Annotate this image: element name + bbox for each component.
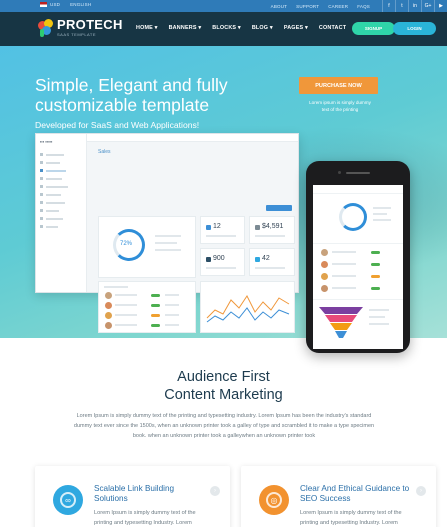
nav-item-blog[interactable]: BLOG ▾	[252, 25, 273, 31]
hero-title: Simple, Elegant and fully customizable t…	[35, 75, 228, 115]
stat-card-4: 42	[249, 248, 295, 276]
nav-menu: HOME ▾ BANNERS ▾ BLOCKS ▾ BLOG ▾ PAGES ▾…	[136, 25, 346, 31]
chevron-right-icon[interactable]: ›	[210, 486, 220, 496]
feature-card-link-building: ∞ Scalable Link Building Solutions Lorem…	[35, 466, 230, 527]
dashboard-title: Sales	[98, 149, 111, 155]
phone-screen	[313, 185, 403, 349]
twitter-icon[interactable]: t	[395, 0, 408, 12]
link-about[interactable]: ABOUT	[271, 4, 288, 9]
stat-card-1: 12	[200, 216, 245, 244]
link-career[interactable]: CAREER	[328, 4, 348, 9]
top-links: ABOUT SUPPORT CAREER FAQS	[271, 4, 370, 9]
dashboard-topbar	[87, 134, 298, 142]
phone-mockup	[306, 161, 410, 353]
stat-card-2: $4,591	[249, 216, 295, 244]
feature-text: Lorem Ipsum is simply dummy text of the …	[300, 510, 402, 526]
hero-subtitle: Developed for SaaS and Web Applications!	[35, 120, 200, 130]
youtube-icon[interactable]: ▶	[434, 0, 447, 12]
stat-value-1: 12	[213, 223, 221, 230]
brand-name: PROTECH	[57, 17, 123, 32]
dashboard-brand: ▪▪▪ ▪▪▪▪▪	[40, 139, 53, 144]
phone-camera	[338, 171, 341, 174]
dashboard-sidebar: ▪▪▪ ▪▪▪▪▪	[36, 134, 87, 292]
nav-item-pages[interactable]: PAGES ▾	[284, 25, 308, 31]
brand-tagline: SAAS TEMPLATE	[57, 32, 97, 37]
line-chart-card	[200, 281, 295, 333]
ring-value: 72%	[120, 241, 133, 247]
funnel-chart	[319, 307, 363, 338]
target-icon: ◎	[259, 485, 289, 515]
flag-icon	[40, 2, 47, 8]
facebook-icon[interactable]: f	[382, 0, 395, 12]
currency-label: USD	[50, 2, 61, 7]
users-list-card	[98, 281, 196, 333]
dashboard-ring-card: 72%	[98, 216, 196, 278]
dashboard-mockup: ▪▪▪ ▪▪▪▪▪ Sales 72% 12 $4,591 900 42	[35, 133, 299, 333]
nav-item-blocks[interactable]: BLOCKS ▾	[212, 25, 241, 31]
stat-value-3: 900	[213, 255, 225, 262]
feature-title[interactable]: Scalable Link Building Solutions	[94, 484, 204, 504]
feature-text: Lorem Ipsum is simply dummy text of the …	[94, 510, 196, 526]
purchase-button[interactable]: PURCHASE NOW	[299, 77, 378, 94]
link-support[interactable]: SUPPORT	[296, 4, 319, 9]
login-button[interactable]: LOGIN	[393, 22, 436, 35]
line-chart	[206, 295, 290, 323]
google-plus-icon[interactable]: G+	[421, 0, 434, 12]
logo[interactable]: PROTECH SAAS TEMPLATE	[38, 17, 123, 37]
top-bar-right: ABOUT SUPPORT CAREER FAQS f t in G+ ▶	[271, 0, 447, 12]
logo-icon	[38, 19, 54, 37]
feature-card-seo-guidance: ◎ Clear And Ethical Guidance to SEO Succ…	[241, 466, 436, 527]
link-icon: ∞	[53, 485, 83, 515]
phone-speaker	[346, 172, 370, 174]
top-bar: USD ENGLISH ABOUT SUPPORT CAREER FAQS f …	[0, 0, 447, 12]
purchase-note: Lorem ipsum is simply dummy text of the …	[309, 100, 371, 112]
section-text: Lorem Ipsum is simply dummy text of the …	[73, 413, 375, 439]
stat-value-2: $4,591	[262, 223, 284, 230]
signup-button[interactable]: SIGNUP	[352, 22, 395, 35]
stat-card-3: 900	[200, 248, 245, 276]
language-selector[interactable]: ENGLISH	[70, 2, 91, 7]
top-bar-left: USD ENGLISH	[40, 2, 91, 8]
feature-title[interactable]: Clear And Ethical Guidance to SEO Succes…	[300, 484, 410, 504]
stat-value-4: 42	[262, 255, 270, 262]
nav-item-home[interactable]: HOME ▾	[136, 25, 158, 31]
linkedin-icon[interactable]: in	[408, 0, 421, 12]
link-faqs[interactable]: FAQS	[357, 4, 370, 9]
chevron-right-icon[interactable]: ›	[416, 486, 426, 496]
nav-item-contact[interactable]: CONTACT	[319, 25, 346, 31]
section-title: Audience First Content Marketing	[164, 369, 283, 403]
currency-selector[interactable]: USD	[40, 2, 61, 8]
nav-item-banners[interactable]: BANNERS ▾	[169, 25, 202, 31]
social-links: f t in G+ ▶	[382, 0, 447, 12]
